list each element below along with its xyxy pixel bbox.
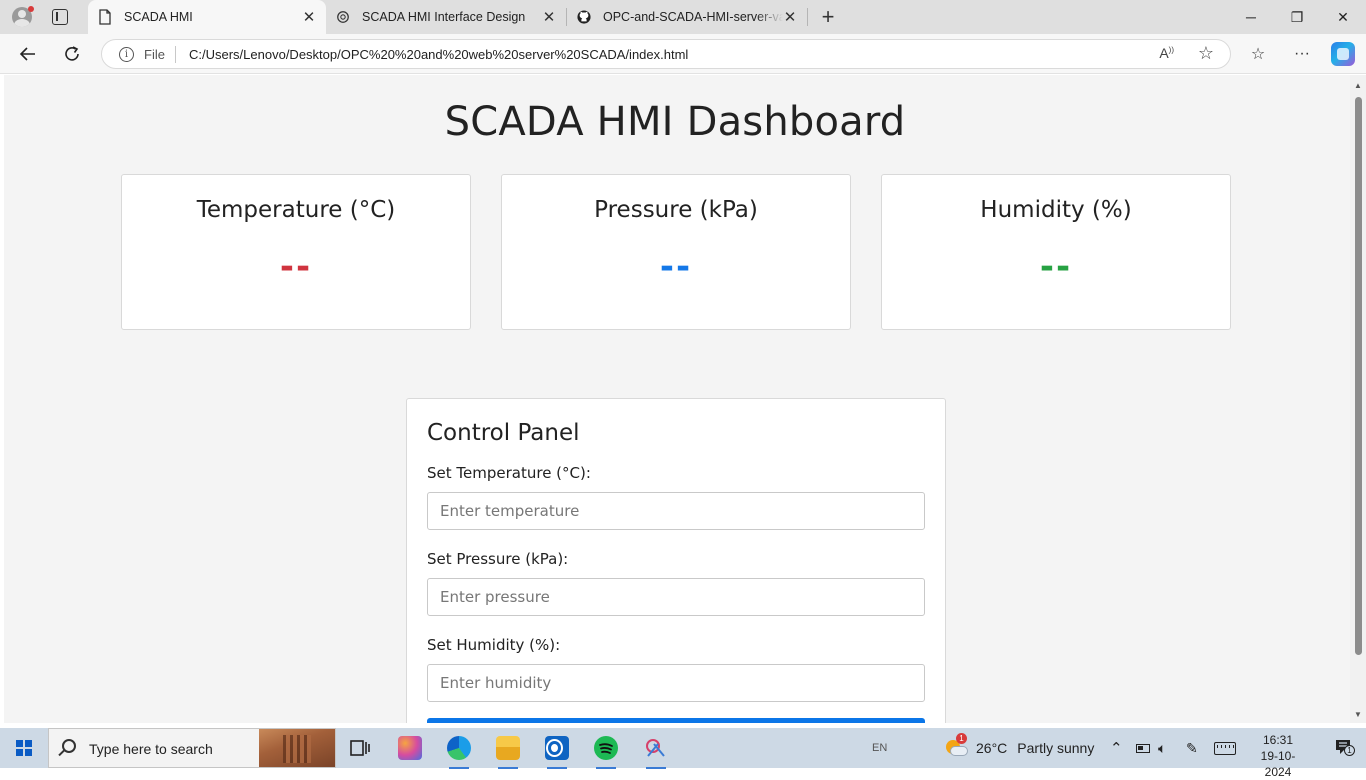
touch-keyboard-icon[interactable] xyxy=(1214,728,1236,768)
browser-toolbar: i File C:/Users/Lenovo/Desktop/OPC%20%20… xyxy=(0,34,1366,74)
close-tab-icon[interactable]: ✕ xyxy=(302,8,316,26)
partly-sunny-icon: 1 xyxy=(944,733,968,758)
tab-scada-hmi[interactable]: SCADA HMI ✕ xyxy=(88,0,326,34)
tab-title: OPC-and-SCADA-HMI-server-vali xyxy=(603,10,783,24)
scroll-down-arrow-icon[interactable]: ▼ xyxy=(1354,710,1362,719)
github-icon xyxy=(577,10,591,24)
read-aloud-icon[interactable]: A)) xyxy=(1159,45,1174,61)
new-tab-button[interactable]: + xyxy=(808,0,848,34)
temperature-value: -- xyxy=(279,247,313,287)
notification-center-icon[interactable]: 1 xyxy=(1334,738,1355,756)
outlook-icon[interactable] xyxy=(545,736,569,769)
edge-icon[interactable] xyxy=(447,736,471,769)
weather-alert-badge: 1 xyxy=(956,733,967,744)
temperature-card: Temperature (°C) -- xyxy=(121,174,471,330)
page-icon xyxy=(99,9,111,25)
submit-setpoints-button[interactable] xyxy=(427,718,925,723)
more-options-icon[interactable]: ··· xyxy=(1290,42,1314,66)
page-viewport: SCADA HMI Dashboard Temperature (°C) -- … xyxy=(4,75,1366,723)
browser-tab-strip: SCADA HMI ✕ SCADA HMI Interface Design ✕… xyxy=(0,0,1366,34)
card-title: Temperature (°C) xyxy=(196,197,396,223)
volume-icon[interactable]: 🔈︎ xyxy=(1158,728,1166,768)
clock-time: 16:31 xyxy=(1262,733,1294,747)
notification-count-badge: 1 xyxy=(1344,745,1355,756)
file-explorer-icon[interactable] xyxy=(496,736,520,769)
back-arrow-icon[interactable] xyxy=(16,42,40,66)
tab-strip-left xyxy=(0,0,88,34)
language-indicator[interactable]: EN xyxy=(872,728,887,768)
start-button[interactable] xyxy=(0,728,48,768)
pressure-card: Pressure (kPa) -- xyxy=(501,174,851,330)
temperature-setpoint-input[interactable] xyxy=(427,492,925,530)
windows-taskbar: Type here to search EN 1 26°C Partly sun… xyxy=(0,728,1366,779)
pen-menu-icon[interactable]: ✎ xyxy=(1186,728,1198,768)
site-info-icon[interactable]: i xyxy=(119,47,134,62)
profile-notification-dot xyxy=(28,6,34,12)
tab-actions-icon[interactable] xyxy=(52,9,68,25)
tab-title: SCADA HMI xyxy=(124,10,193,24)
tab-github-opc-scada[interactable]: OPC-and-SCADA-HMI-server-vali ✕ xyxy=(567,0,807,34)
humidity-value: -- xyxy=(1039,247,1073,287)
tab-scada-hmi-interface-design[interactable]: SCADA HMI Interface Design ✕ xyxy=(326,0,566,34)
card-title: Humidity (%) xyxy=(980,197,1132,223)
restore-icon[interactable]: ❐ xyxy=(1274,0,1320,34)
humidity-setpoint-label: Set Humidity (%): xyxy=(427,636,561,654)
taskbar-search-box[interactable]: Type here to search xyxy=(48,728,336,768)
address-bar[interactable]: i File C:/Users/Lenovo/Desktop/OPC%20%20… xyxy=(101,39,1231,69)
task-view-icon[interactable] xyxy=(348,736,372,760)
weather-condition: Partly sunny xyxy=(1017,740,1095,756)
search-icon xyxy=(62,739,76,753)
control-panel: Control Panel Set Temperature (°C): Set … xyxy=(406,398,946,723)
card-title: Pressure (kPa) xyxy=(594,197,758,223)
scrollbar-thumb[interactable] xyxy=(1355,97,1362,655)
favorites-icon[interactable]: ☆ xyxy=(1246,42,1270,66)
scroll-up-arrow-icon[interactable]: ▲ xyxy=(1354,81,1362,90)
snipping-tool-icon[interactable] xyxy=(644,736,668,769)
chatgpt-icon xyxy=(337,11,349,23)
close-tab-icon[interactable]: ✕ xyxy=(783,8,797,26)
weather-widget[interactable]: 1 26°C Partly sunny xyxy=(944,728,1094,768)
favorite-star-icon[interactable]: ☆ xyxy=(1198,43,1214,64)
humidity-setpoint-input[interactable] xyxy=(427,664,925,702)
spotify-icon[interactable] xyxy=(594,736,618,769)
tab-title: SCADA HMI Interface Design xyxy=(362,10,526,24)
weather-temperature: 26°C xyxy=(976,740,1008,756)
system-clock[interactable]: 16:31 19-10-2024 xyxy=(1248,732,1308,780)
page-scrollbar[interactable]: ▲ ▼ xyxy=(1350,75,1366,723)
page-title: SCADA HMI Dashboard xyxy=(444,99,906,145)
windows-logo-icon xyxy=(16,740,32,756)
minimize-icon[interactable]: ─ xyxy=(1228,0,1274,34)
refresh-icon[interactable] xyxy=(60,42,84,66)
copilot-sidebar-icon[interactable] xyxy=(1331,42,1355,66)
window-controls: ─ ❐ ✕ xyxy=(1228,0,1366,34)
show-hidden-icons-chevron-icon[interactable]: ⌃ xyxy=(1110,728,1123,768)
battery-icon[interactable] xyxy=(1136,728,1150,768)
clock-date: 19-10-2024 xyxy=(1260,749,1296,779)
address-divider xyxy=(175,46,176,63)
search-highlight-image xyxy=(259,729,335,767)
scheme-label: File xyxy=(144,47,165,62)
pressure-value: -- xyxy=(659,247,693,287)
close-window-icon[interactable]: ✕ xyxy=(1320,0,1366,34)
pressure-setpoint-input[interactable] xyxy=(427,578,925,616)
control-panel-title: Control Panel xyxy=(427,420,580,446)
temperature-setpoint-label: Set Temperature (°C): xyxy=(427,464,591,482)
search-placeholder: Type here to search xyxy=(89,741,213,757)
humidity-card: Humidity (%) -- xyxy=(881,174,1231,330)
url-text[interactable]: C:/Users/Lenovo/Desktop/OPC%20%20and%20w… xyxy=(189,47,688,62)
pressure-setpoint-label: Set Pressure (kPa): xyxy=(427,550,569,568)
copilot-icon[interactable] xyxy=(398,736,422,760)
close-tab-icon[interactable]: ✕ xyxy=(542,8,556,26)
